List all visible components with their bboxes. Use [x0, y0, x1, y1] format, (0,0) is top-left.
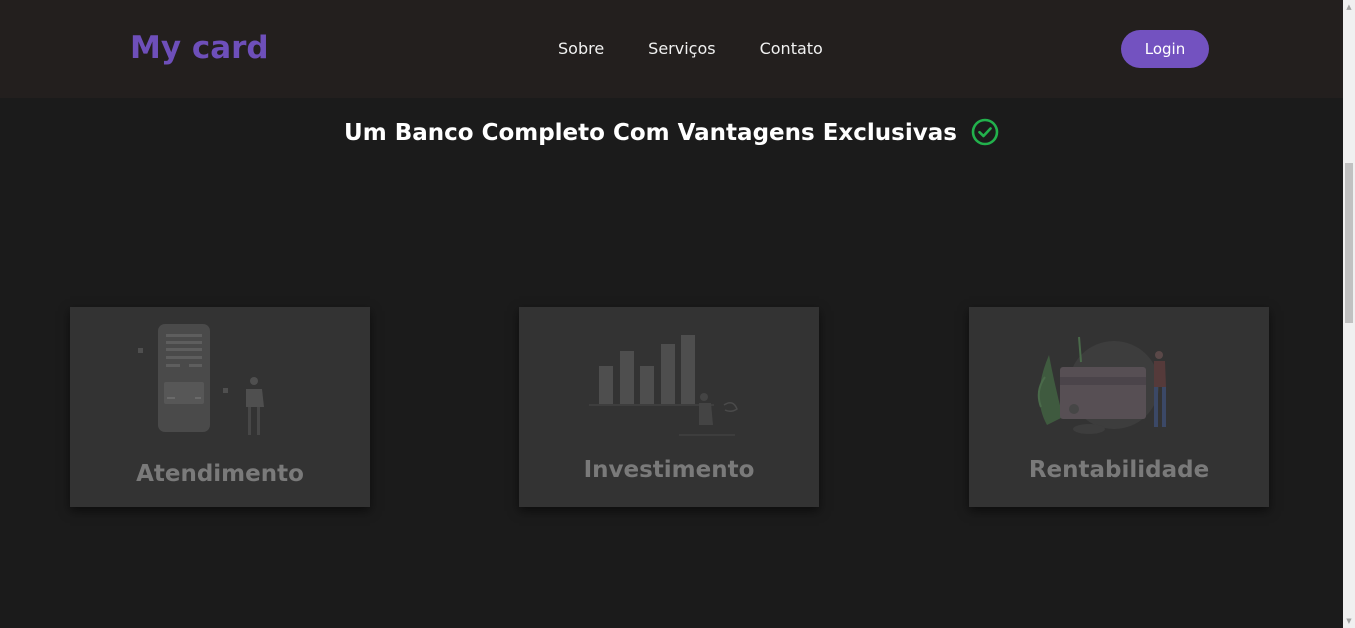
nav-links: Sobre Serviços Contato	[558, 38, 867, 60]
hero-headline-text: Um Banco Completo Com Vantagens Exclusiv…	[344, 120, 957, 146]
card-atendimento[interactable]: Atendimento	[70, 307, 370, 507]
card-rentabilidade[interactable]: Rentabilidade	[969, 307, 1269, 507]
nav-link-servicos[interactable]: Serviços	[648, 38, 715, 60]
page: My card Sobre Serviços Contato Login Um …	[0, 0, 1355, 628]
navbar: My card Sobre Serviços Contato Login	[0, 0, 1343, 98]
check-circle-icon	[971, 118, 999, 156]
card-title-investimento: Investimento	[583, 457, 755, 483]
mobile-app-person-illustration	[70, 307, 370, 447]
bar-chart-person-illustration	[519, 307, 819, 447]
scroll-up-arrow-icon[interactable]: ▲	[1345, 3, 1353, 11]
scrollbar-thumb[interactable]	[1345, 163, 1353, 323]
login-button[interactable]: Login	[1121, 30, 1209, 68]
nav-link-contato[interactable]: Contato	[760, 38, 823, 60]
nav-link-sobre[interactable]: Sobre	[558, 38, 604, 60]
card-title-atendimento: Atendimento	[136, 461, 304, 487]
card-investimento[interactable]: Investimento	[519, 307, 819, 507]
brand-logo[interactable]: My card	[130, 28, 269, 68]
card-title-rentabilidade: Rentabilidade	[1028, 457, 1210, 483]
scroll-down-arrow-icon[interactable]: ▼	[1345, 617, 1353, 625]
credit-card-plants-illustration	[969, 307, 1269, 447]
hero-headline: Um Banco Completo Com Vantagens Exclusiv…	[0, 116, 1343, 156]
